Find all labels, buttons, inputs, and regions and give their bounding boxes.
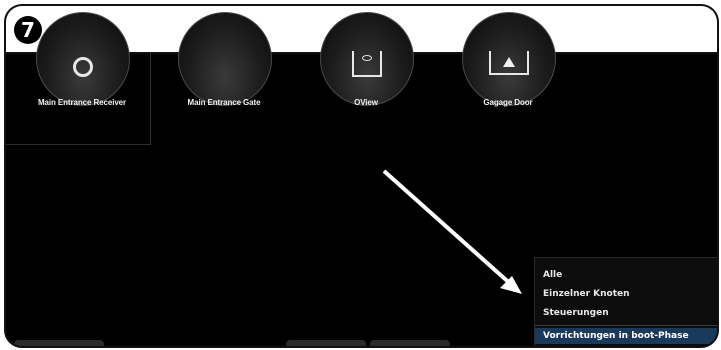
screenshot-frame: 7 Main Entrance Receiver Main Entrance G… [4,4,719,348]
menu-divider [535,325,717,326]
menu-item-vorrichtungen-boot-phase[interactable]: Vorrichtungen in boot-Phase [535,328,717,344]
menu-item-einzelner-knoten[interactable]: Einzelner Knoten [543,289,630,299]
bottom-tab[interactable] [370,340,450,346]
bottom-tab[interactable] [14,340,104,346]
bottom-tab[interactable] [286,340,366,346]
menu-item-steuerungen[interactable]: Steuerungen [543,308,609,318]
context-menu: Alle Einzelner Knoten Steuerungen Vorric… [534,257,717,346]
menu-item-alle[interactable]: Alle [543,270,562,280]
